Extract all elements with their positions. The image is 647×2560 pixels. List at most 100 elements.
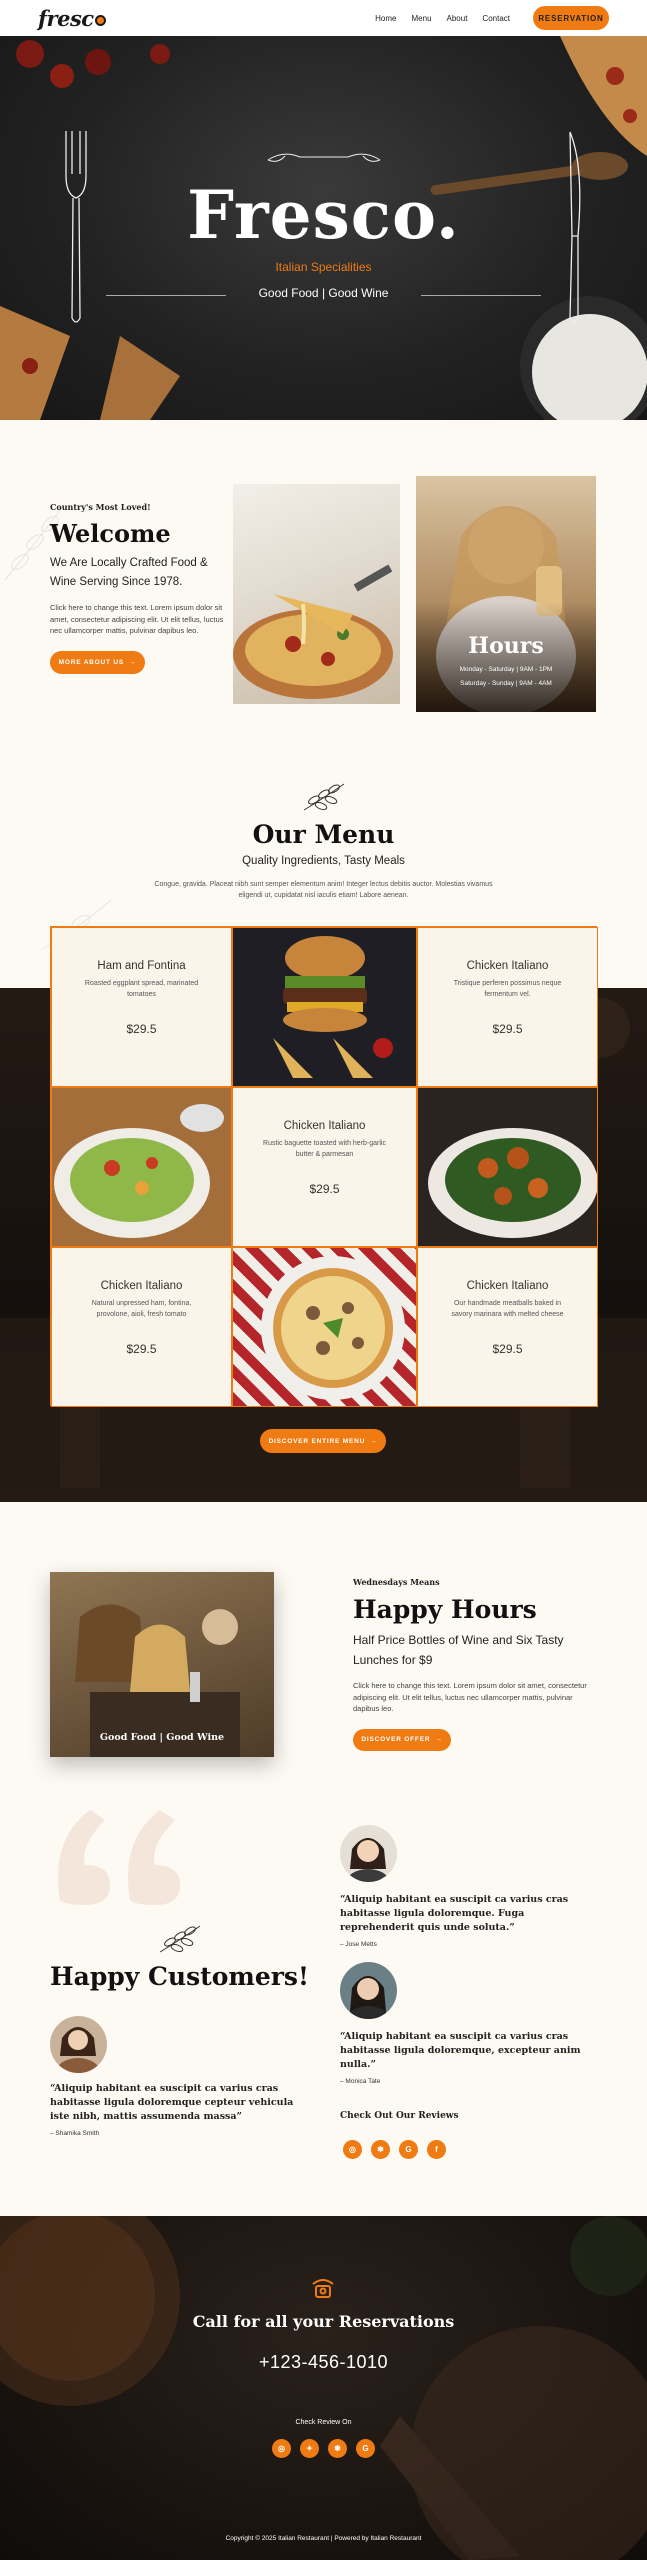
happy-hours-title: Happy Hours [353, 1595, 537, 1624]
hours-title: Hours [468, 633, 544, 659]
footer: Call for all your Reservations +123-456-… [0, 2216, 647, 2560]
menu-item-price: $29.5 [126, 1342, 157, 1356]
happy-hours-text: Wednesdays Means Happy Hours Half Price … [353, 1577, 598, 1751]
logo-tomato-icon [94, 14, 106, 26]
menu-item[interactable]: Chicken Italiano Natural unpressed ham, … [51, 1247, 232, 1407]
menu-item-name: Ham and Fontina [97, 960, 186, 972]
pizza-cheese-pull-photo [233, 484, 400, 704]
testimonial-quote: “Aliquip habitant ea suscipit ca varius … [340, 2031, 581, 2070]
testimonial-author: – Monica Tate [340, 2078, 381, 2085]
menu-item-price: $29.5 [492, 1022, 523, 1036]
testimonial-left: “Aliquip habitant ea suscipit ca varius … [50, 2082, 300, 2137]
salad-photo [51, 1087, 232, 1247]
happy-hours-body: Click here to change this text. Lorem ip… [353, 1681, 587, 1713]
happy-hours-subtitle: Half Price Bottles of Wine and Six Tasty… [353, 1633, 564, 1667]
nav-link-contact[interactable]: Contact [482, 14, 510, 23]
chicken-spinach-photo [417, 1087, 598, 1247]
happy-hours-photo-caption: Good Food | Good Wine [99, 1732, 225, 1743]
menu-item-desc: Our handmade meatballs baked in savory m… [451, 1300, 564, 1318]
arrow-right-icon: → [129, 658, 137, 666]
nav-link-menu[interactable]: Menu [412, 14, 432, 23]
menu-item-name: Chicken Italiano [100, 1280, 183, 1292]
more-about-us-button[interactable]: MORE ABOUT US → [50, 650, 145, 674]
menu-item[interactable]: Ham and Fontina Roasted eggplant spread,… [51, 927, 232, 1087]
herb-sprig-icon [303, 783, 344, 811]
hours-photo: Hours Monday - Saturday | 9AM - 1PM Satu… [416, 476, 596, 712]
testimonial-author: – Jose Metts [340, 1941, 377, 1948]
menu-item[interactable]: Chicken Italiano Rustic baguette toasted… [232, 1087, 417, 1247]
menu-item-desc: Roasted eggplant spread, marinated tomat… [84, 980, 199, 998]
footer-review-links: ◎ ✦ ✱ G [272, 2439, 375, 2458]
reviews-label: Check Out Our Reviews [340, 2111, 459, 2121]
avatar [50, 2016, 107, 2073]
nav-links: Home Menu About Contact RESERVATION [375, 6, 609, 30]
avatar [340, 1962, 397, 2019]
arrow-right-icon: → [435, 1736, 443, 1743]
yelp-icon[interactable]: ✱ [328, 2439, 347, 2458]
tripadvisor-icon[interactable]: ◎ [272, 2439, 291, 2458]
hero-tagline: Good Food | Good Wine [258, 286, 389, 300]
footer-copyright: Copyright © 2025 Italian Restaurant | Po… [225, 2535, 422, 2542]
google-icon[interactable]: G [399, 2140, 418, 2159]
footer-review-label: Check Review On [295, 2419, 352, 2426]
hero: Fresco. Italian Specialities Good Food |… [0, 36, 647, 420]
menu-header: Our Menu Quality Ingredients, Tasty Meal… [0, 780, 647, 901]
menu-title: Our Menu [252, 820, 395, 849]
burger-photo [232, 927, 417, 1087]
discover-offer-label: DISCOVER OFFER [361, 1736, 431, 1743]
quote-mark-decoration-icon [58, 1810, 180, 1905]
footer-background-art [0, 2216, 647, 2560]
discover-menu-label: DISCOVER ENTIRE MENU [268, 1437, 366, 1445]
menu-subtitle: Quality Ingredients, Tasty Meals [242, 855, 405, 867]
happy-hours-photo: Good Food | Good Wine [50, 1572, 274, 1757]
menu-grid: Ham and Fontina Roasted eggplant spread,… [50, 926, 598, 1407]
happy-hours-eyebrow: Wednesdays Means [353, 1577, 440, 1587]
more-about-us-label: MORE ABOUT US [58, 658, 125, 666]
yelp-icon[interactable]: ✱ [371, 2140, 390, 2159]
menu-item-name: Chicken Italiano [466, 960, 549, 972]
hours-line-1: Monday - Saturday | 9AM - 1PM [459, 666, 553, 673]
menu-item-desc: Natural unpressed ham, fontina, provolon… [91, 1300, 192, 1318]
twitter-icon[interactable]: ✦ [300, 2439, 319, 2458]
welcome-subtitle: We Are Locally Crafted Food & Wine Servi… [50, 557, 208, 588]
testimonial-author: – Shamika Smith [50, 2130, 100, 2137]
testimonial-quote: “Aliquip habitant ea suscipit ca varius … [340, 1894, 569, 1933]
facebook-icon[interactable]: f [427, 2140, 446, 2159]
testimonial-right-1: “Aliquip habitant ea suscipit ca varius … [340, 1893, 600, 1948]
reservation-button[interactable]: RESERVATION [533, 6, 609, 30]
menu-item-name: Chicken Italiano [466, 1280, 549, 1292]
hours-line-2: Saturday - Sunday | 9AM - 4AM [460, 680, 552, 687]
footer-call-title: Call for all your Reservations [192, 2312, 455, 2331]
pizza-photo [232, 1247, 417, 1407]
google-icon[interactable]: G [356, 2439, 375, 2458]
review-links: ◎ ✱ G f [343, 2140, 446, 2159]
tripadvisor-icon[interactable]: ◎ [343, 2140, 362, 2159]
menu-item-desc: Tristique perferen possimus neque fermen… [453, 980, 562, 998]
footer-phone[interactable]: +123-456-1010 [0, 2352, 647, 2373]
testimonial-quote: “Aliquip habitant ea suscipit ca varius … [50, 2083, 294, 2122]
phone-icon [312, 2279, 334, 2298]
testimonial-right-2: “Aliquip habitant ea suscipit ca varius … [340, 2030, 600, 2085]
welcome-body: Click here to change this text. Lorem ip… [50, 603, 224, 635]
menu-intro: Congue, gravida. Placeat nibh sunt sempe… [154, 881, 493, 899]
welcome-title: Welcome [50, 519, 171, 548]
menu-item-name: Chicken Italiano [283, 1120, 366, 1132]
top-nav: fresc Home Menu About Contact RESERVATIO… [0, 0, 647, 36]
herb-sprig-icon-2 [159, 1925, 201, 1953]
arrow-right-icon: → [370, 1437, 378, 1445]
page: fresc Home Menu About Contact RESERVATIO… [0, 0, 647, 2560]
testimonials-title: Happy Customers! [50, 1962, 309, 1991]
avatar [340, 1825, 397, 1882]
menu-item-desc: Rustic baguette toasted with herb-garlic… [263, 1140, 386, 1158]
welcome-text-block: Country's Most Loved! Welcome We Are Loc… [50, 502, 225, 674]
hero-subtitle: Italian Specialities [275, 260, 372, 274]
welcome-eyebrow: Country's Most Loved! [50, 502, 151, 512]
discover-offer-button[interactable]: DISCOVER OFFER → [353, 1728, 451, 1751]
menu-item[interactable]: Chicken Italiano Our handmade meatballs … [417, 1247, 598, 1407]
menu-item[interactable]: Chicken Italiano Tristique perferen poss… [417, 927, 598, 1087]
logo[interactable]: fresc [38, 6, 106, 31]
discover-menu-button[interactable]: DISCOVER ENTIRE MENU → [260, 1429, 386, 1453]
nav-link-home[interactable]: Home [375, 14, 396, 23]
nav-link-about[interactable]: About [447, 14, 468, 23]
menu-item-price: $29.5 [492, 1342, 523, 1356]
